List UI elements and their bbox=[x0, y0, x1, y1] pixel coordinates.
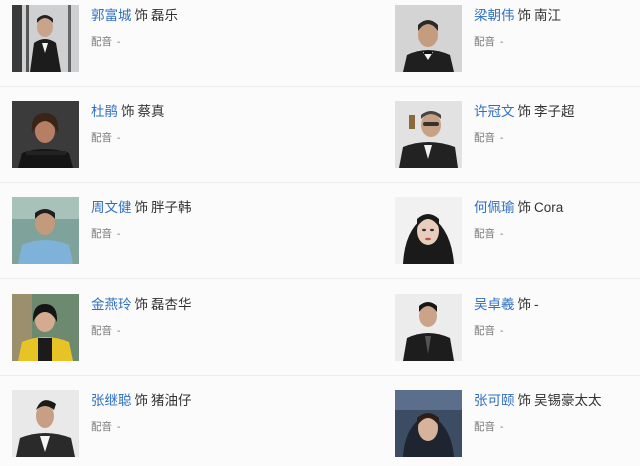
actor-photo[interactable] bbox=[395, 101, 462, 168]
plays-label: 饰 bbox=[134, 393, 149, 408]
role-name: 磊乐 bbox=[151, 8, 178, 23]
plays-label: 饰 bbox=[134, 8, 149, 23]
actor-name-link[interactable]: 郭富城 bbox=[91, 8, 132, 23]
role-name: - bbox=[534, 297, 539, 312]
actor-photo[interactable] bbox=[12, 5, 79, 72]
voice-label: 配音 bbox=[474, 228, 495, 240]
role-name: 李子超 bbox=[534, 104, 575, 119]
actor-name-link[interactable]: 何佩瑜 bbox=[474, 200, 515, 215]
voice-label: 配音 bbox=[91, 325, 112, 337]
actor-photo[interactable] bbox=[12, 294, 79, 361]
plays-label: 饰 bbox=[517, 297, 532, 312]
role-name: 蔡真 bbox=[137, 104, 165, 119]
actor-name-link[interactable]: 金燕玲 bbox=[91, 297, 132, 312]
plays-label: 饰 bbox=[134, 297, 149, 312]
actor-name-link[interactable]: 许冠文 bbox=[474, 104, 515, 119]
voice-value: - bbox=[117, 228, 121, 240]
plays-label: 饰 bbox=[517, 200, 532, 215]
plays-label: 饰 bbox=[134, 200, 149, 215]
plays-label: 饰 bbox=[517, 104, 532, 119]
voice-label: 配音 bbox=[91, 228, 112, 240]
plays-label: 饰 bbox=[517, 393, 532, 408]
actor-photo[interactable] bbox=[395, 390, 462, 457]
voice-value: - bbox=[500, 325, 504, 337]
voice-value: - bbox=[117, 132, 121, 144]
plays-label: 饰 bbox=[121, 104, 135, 119]
voice-label: 配音 bbox=[474, 325, 495, 337]
actor-photo[interactable] bbox=[395, 197, 462, 264]
voice-label: 配音 bbox=[474, 132, 495, 144]
voice-label: 配音 bbox=[91, 421, 112, 433]
voice-label: 配音 bbox=[474, 36, 495, 48]
actor-name-link[interactable]: 吴卓羲 bbox=[474, 297, 515, 312]
voice-value: - bbox=[500, 132, 504, 144]
role-name: Cora bbox=[534, 200, 564, 215]
role-name: 南江 bbox=[534, 8, 561, 23]
role-name: 猪油仔 bbox=[151, 393, 192, 408]
voice-label: 配音 bbox=[474, 421, 495, 433]
cast-list: 郭富城饰磊乐 配音 - 梁朝伟饰南江 配音 - 杜鹃 饰 蔡真 配音 - 许冠文… bbox=[0, 0, 640, 466]
voice-label: 配音 bbox=[91, 132, 112, 144]
role-name: 胖子韩 bbox=[151, 200, 192, 215]
actor-name-link[interactable]: 张可颐 bbox=[474, 393, 515, 408]
actor-name-link[interactable]: 梁朝伟 bbox=[474, 8, 515, 23]
actor-photo[interactable] bbox=[395, 5, 462, 72]
voice-value: - bbox=[117, 325, 121, 337]
actor-name-link[interactable]: 杜鹃 bbox=[91, 104, 118, 119]
role-name: 吴锡豪太太 bbox=[534, 393, 602, 408]
actor-name-link[interactable]: 张继聪 bbox=[91, 393, 132, 408]
actor-photo[interactable] bbox=[12, 390, 79, 457]
plays-label: 饰 bbox=[517, 8, 532, 23]
voice-value: - bbox=[117, 421, 121, 433]
actor-name-link[interactable]: 周文健 bbox=[91, 200, 132, 215]
role-name: 磊杏华 bbox=[151, 297, 192, 312]
voice-value: - bbox=[500, 228, 504, 240]
voice-value: - bbox=[117, 36, 121, 48]
actor-photo[interactable] bbox=[395, 294, 462, 361]
actor-photo[interactable] bbox=[12, 197, 79, 264]
voice-value: - bbox=[500, 421, 504, 433]
voice-label: 配音 bbox=[91, 36, 112, 48]
actor-photo[interactable] bbox=[12, 101, 79, 168]
voice-value: - bbox=[500, 36, 504, 48]
